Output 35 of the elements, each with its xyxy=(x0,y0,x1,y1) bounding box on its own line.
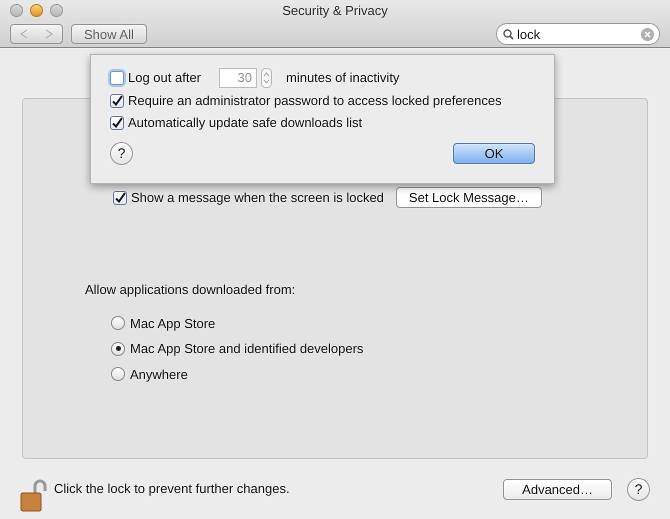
radio-button[interactable] xyxy=(111,367,125,382)
checkbox[interactable] xyxy=(110,94,124,108)
lock-status-text: Click the lock to prevent further changes. xyxy=(54,480,290,498)
radio-label: Mac App Store and identified developers xyxy=(130,340,364,358)
back-forward-buttons[interactable] xyxy=(10,24,63,44)
advanced-button[interactable]: Advanced… xyxy=(503,478,612,500)
search-field[interactable]: lock xyxy=(496,23,660,45)
radio-button[interactable] xyxy=(111,342,125,356)
radio-label: Mac App Store xyxy=(130,314,216,333)
forward-icon xyxy=(45,29,54,39)
set-lock-message-button[interactable]: Set Lock Message… xyxy=(396,187,542,208)
show-all-button[interactable]: Show All xyxy=(71,24,147,44)
checkbox-label: Log out after xyxy=(128,69,201,88)
minutes-suffix: minutes of inactivity xyxy=(286,69,400,88)
minimize-icon[interactable] xyxy=(30,4,43,17)
window-title: Security & Privacy xyxy=(282,2,388,20)
stepper-icon[interactable] xyxy=(261,68,272,88)
checkbox[interactable] xyxy=(110,71,124,85)
radio-label: Anywhere xyxy=(130,366,188,384)
clear-icon[interactable] xyxy=(641,28,654,41)
help-button[interactable]: ? xyxy=(627,478,650,500)
radio-button[interactable] xyxy=(111,316,125,330)
zoom-icon[interactable] xyxy=(50,4,63,17)
section-heading: Allow applications downloaded from: xyxy=(85,281,296,299)
ok-button[interactable]: OK xyxy=(453,143,535,164)
checkbox-label: Require an administrator password to access locked preferences xyxy=(128,92,502,110)
close-icon[interactable] xyxy=(10,4,23,17)
checkbox[interactable] xyxy=(113,190,127,204)
search-icon xyxy=(503,29,514,40)
checkbox-label: Automatically update safe downloads list xyxy=(128,114,362,132)
checkbox-label: Show a message when the screen is locked xyxy=(131,188,384,207)
help-button[interactable]: ? xyxy=(110,142,133,165)
checkbox[interactable] xyxy=(110,116,124,130)
back-icon xyxy=(20,29,28,39)
padlock-icon[interactable] xyxy=(20,479,48,513)
